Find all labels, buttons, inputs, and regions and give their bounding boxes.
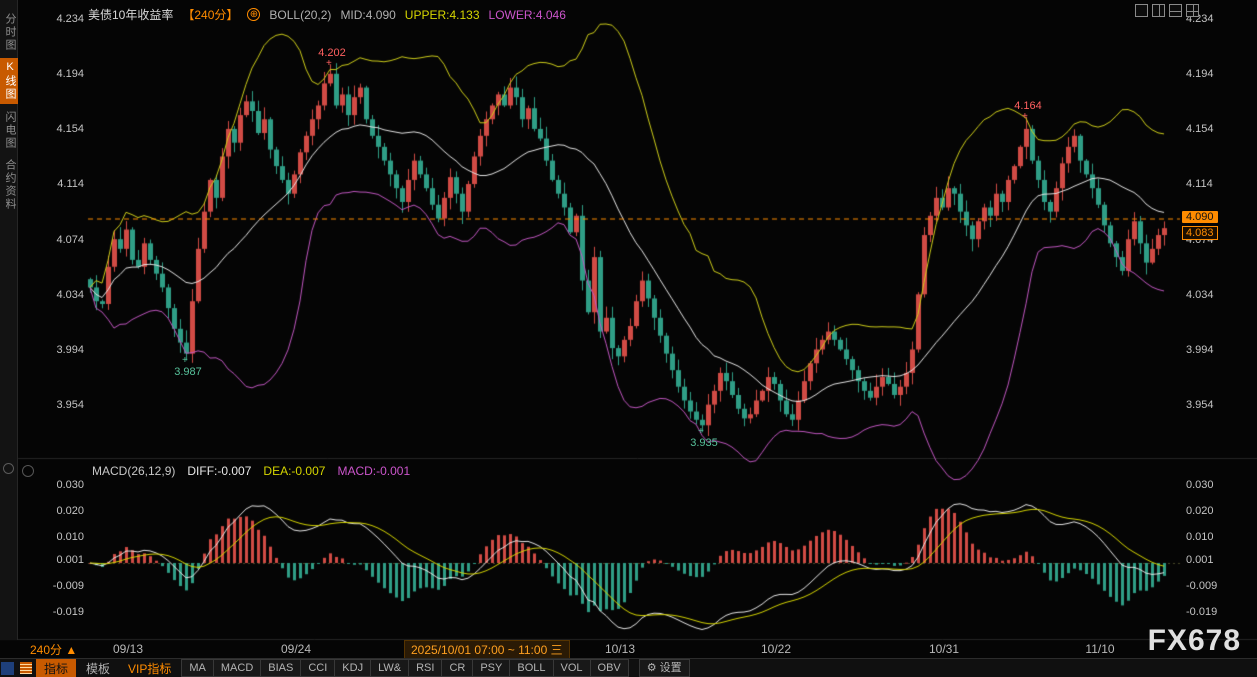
macd-header: MACD(26,12,9) DIFF:-0.007 DEA:-0.007 MAC… <box>92 464 410 478</box>
indicator-button-vol[interactable]: VOL <box>553 659 590 677</box>
indicator-button-bias[interactable]: BIAS <box>260 659 300 677</box>
macd-label: MACD(26,12,9) <box>92 464 175 478</box>
indicator-buttons: MAMACDBIASCCIKDJLW&RSICRPSYBOLLVOLOBV <box>181 659 628 677</box>
main-chart-canvas[interactable] <box>0 0 1257 677</box>
indicator-button-lw[interactable]: LW& <box>370 659 408 677</box>
indicator-menu-icon[interactable] <box>22 465 34 477</box>
period-arrow-icon: ▲ <box>65 643 77 657</box>
indicator-button-psy[interactable]: PSY <box>472 659 509 677</box>
macd-dea-value: DEA:-0.007 <box>263 464 325 478</box>
boll-lower-value: LOWER:4.046 <box>489 8 566 22</box>
indicator-button-cci[interactable]: CCI <box>300 659 334 677</box>
macd-macd-value: MACD:-0.001 <box>337 464 410 478</box>
period-selector[interactable]: 240分 ▲ <box>30 641 77 658</box>
sidebar-tool-icon[interactable] <box>3 463 14 474</box>
indicator-button-ma[interactable]: MA <box>181 659 213 677</box>
chart-header: 美债10年收益率 【240分】 ⊕ BOLL(20,2) MID:4.090 U… <box>88 6 566 23</box>
sidebar-item-kline[interactable]: K线图 <box>0 58 18 104</box>
sidebar-item-lightning[interactable]: 闪电图 <box>0 108 18 153</box>
add-indicator-icon[interactable]: ⊕ <box>247 8 260 21</box>
app-logo-icon <box>1 662 14 675</box>
indicator-button-kdj[interactable]: KDJ <box>334 659 370 677</box>
layout-grid-icon[interactable] <box>1186 4 1199 17</box>
tab-template[interactable]: 模板 <box>78 659 118 677</box>
instrument-title: 美债10年收益率 <box>88 6 173 23</box>
selected-bar-info: 2025/10/01 07:00 ~ 11:00 三 <box>404 640 570 659</box>
boll-label: BOLL(20,2) <box>269 8 331 22</box>
layout-split-horizontal-icon[interactable] <box>1169 4 1182 17</box>
indicator-button-macd[interactable]: MACD <box>213 659 260 677</box>
tab-vip-indicator[interactable]: VIP指标 <box>120 659 179 677</box>
tab-indicator[interactable]: 指标 <box>36 659 76 677</box>
boll-upper-value: UPPER:4.133 <box>405 8 480 22</box>
boll-mid-value: MID:4.090 <box>340 8 395 22</box>
layout-split-vertical-icon[interactable] <box>1152 4 1165 17</box>
x-axis-row: 240分 ▲ 2025/10/01 07:00 ~ 11:00 三 <box>0 640 1257 658</box>
indicator-button-boll[interactable]: BOLL <box>509 659 552 677</box>
sidebar: 分时图 K线图 闪电图 合约资料 <box>0 0 18 640</box>
list-icon[interactable] <box>20 662 32 674</box>
indicator-button-obv[interactable]: OBV <box>590 659 629 677</box>
settings-button[interactable]: ⚙ 设置 <box>639 659 690 677</box>
layout-single-icon[interactable] <box>1135 4 1148 17</box>
period-badge: 【240分】 <box>182 6 238 23</box>
indicator-button-rsi[interactable]: RSI <box>408 659 441 677</box>
sidebar-item-contract-info[interactable]: 合约资料 <box>0 156 18 214</box>
indicator-toolbar: 指标 模板 VIP指标 MAMACDBIASCCIKDJLW&RSICRPSYB… <box>0 658 1257 677</box>
app-window: 4.2344.2344.1944.1944.1544.1544.1144.114… <box>0 0 1257 677</box>
indicator-button-cr[interactable]: CR <box>441 659 472 677</box>
sidebar-item-timeshare[interactable]: 分时图 <box>0 10 18 55</box>
gear-icon: ⚙ <box>647 661 657 675</box>
macd-diff-value: DIFF:-0.007 <box>187 464 251 478</box>
window-layout-buttons <box>1135 4 1199 17</box>
